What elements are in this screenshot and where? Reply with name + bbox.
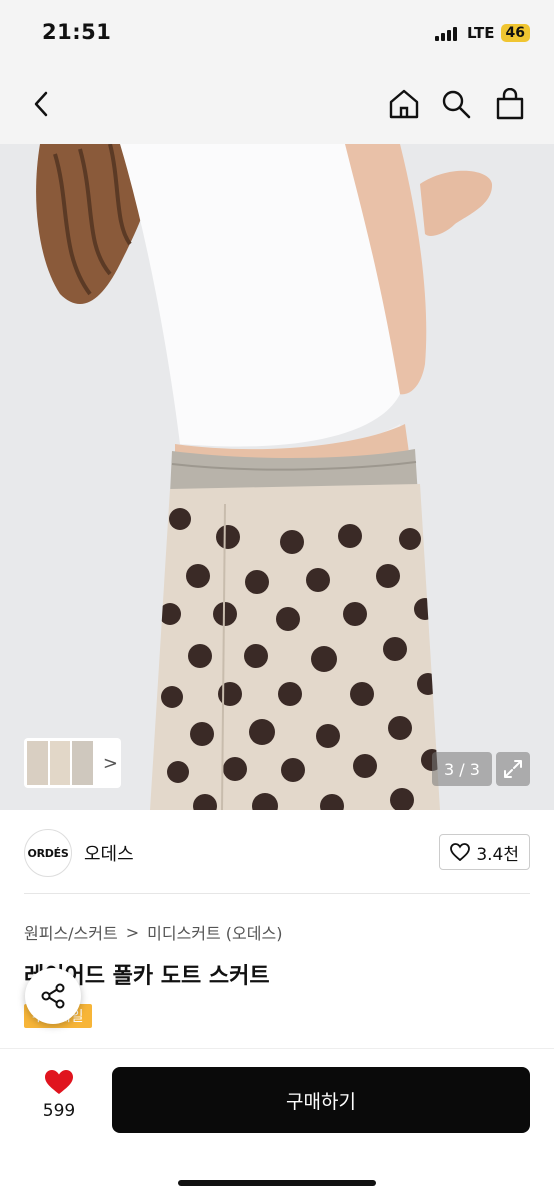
thumbnail-3[interactable] bbox=[72, 741, 93, 785]
home-button[interactable] bbox=[386, 86, 422, 122]
nav-bar bbox=[0, 66, 554, 144]
expand-button[interactable] bbox=[496, 752, 530, 786]
divider bbox=[24, 893, 530, 894]
chevron-right-icon: > bbox=[102, 752, 119, 774]
search-button[interactable] bbox=[438, 86, 474, 122]
thumbnail-1[interactable] bbox=[27, 741, 48, 785]
wish-button[interactable]: 599 bbox=[34, 1069, 84, 1121]
heart-outline-icon bbox=[450, 843, 471, 861]
shop-like-count: 3.4천 bbox=[476, 844, 519, 865]
thumbnail-strip[interactable]: > bbox=[24, 738, 121, 788]
shop-row: ORDÉS 오데스 3.4천 bbox=[0, 826, 554, 882]
status-indicators: LTE 46 bbox=[434, 24, 530, 42]
cart-button[interactable] bbox=[492, 86, 528, 122]
product-photo bbox=[0, 144, 554, 810]
shop-logo[interactable]: ORDÉS bbox=[24, 829, 72, 877]
share-icon bbox=[41, 983, 65, 1009]
network-label: LTE bbox=[466, 24, 495, 42]
shopping-bag-icon bbox=[496, 88, 524, 120]
status-time: 21:51 bbox=[42, 20, 112, 44]
chevron-left-icon bbox=[34, 91, 48, 117]
shop-name[interactable]: 오데스 bbox=[84, 840, 134, 866]
home-icon bbox=[389, 89, 419, 119]
product-image[interactable] bbox=[0, 144, 554, 810]
breadcrumb-subcategory[interactable]: 미디스커트 (오데스) bbox=[147, 920, 282, 944]
expand-icon bbox=[504, 760, 522, 778]
shop-like-button[interactable]: 3.4천 bbox=[439, 834, 530, 870]
home-indicator bbox=[178, 1180, 376, 1186]
image-counter: 3 / 3 bbox=[432, 752, 492, 786]
status-bar: 21:51 LTE 46 bbox=[0, 0, 554, 66]
back-button[interactable] bbox=[24, 86, 60, 122]
heart-filled-icon bbox=[45, 1070, 73, 1094]
breadcrumb: 원피스/스커트 > 미디스커트 (오데스) bbox=[24, 920, 282, 944]
breadcrumb-category[interactable]: 원피스/스커트 bbox=[24, 920, 118, 944]
signal-icon bbox=[434, 25, 457, 41]
search-icon bbox=[442, 90, 471, 119]
battery-icon: 46 bbox=[500, 24, 530, 42]
bottom-action-bar: 599 구매하기 bbox=[0, 1048, 554, 1200]
buy-button[interactable]: 구매하기 bbox=[112, 1067, 530, 1133]
breadcrumb-separator: > bbox=[125, 922, 140, 942]
wish-count: 599 bbox=[42, 1101, 76, 1121]
thumbnail-2[interactable] bbox=[49, 741, 71, 785]
share-button[interactable] bbox=[25, 968, 81, 1024]
